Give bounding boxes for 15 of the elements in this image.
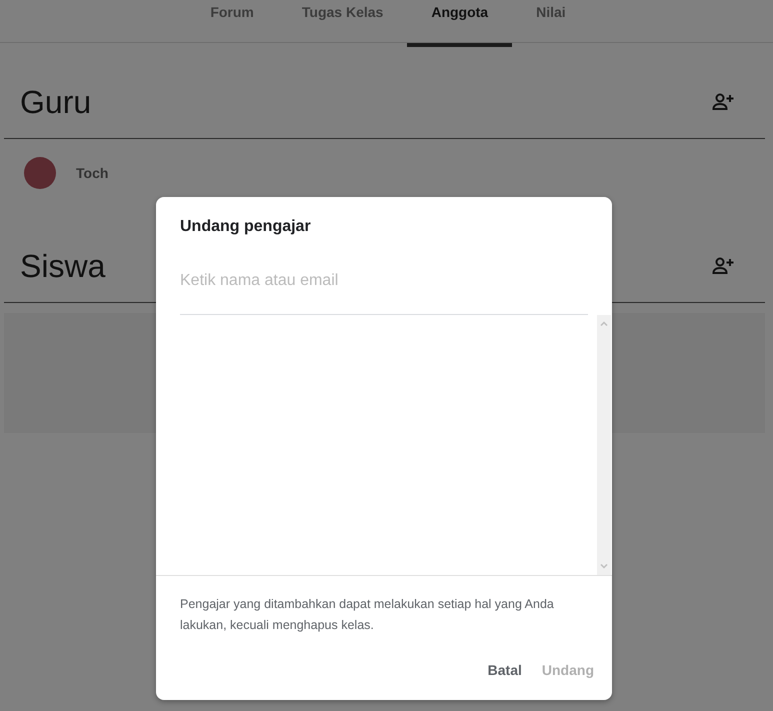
scroll-down-icon[interactable] [600, 564, 608, 569]
name-or-email-field[interactable]: Ketik nama atau email [180, 272, 588, 315]
section-title: Guru [20, 83, 92, 121]
avatar [24, 157, 56, 189]
tab[interactable]: Anggota [407, 0, 512, 47]
tab[interactable]: Forum [186, 0, 278, 47]
dialog-button[interactable]: Batal [476, 656, 524, 684]
member-name: Toch [76, 165, 108, 181]
section-title: Siswa [20, 247, 106, 285]
dialog-note: Pengajar yang ditambahkan dapat melakukan setiap hal yang Anda lakukan, kecuali menghapus kelas. [180, 596, 555, 634]
scrollbar[interactable] [597, 315, 611, 575]
dialog-title: Undang pengajar [179, 217, 312, 236]
scroll-up-icon[interactable] [600, 321, 608, 326]
tab[interactable]: Tugas Kelas [278, 0, 408, 47]
tab[interactable]: Nilai [512, 0, 590, 47]
